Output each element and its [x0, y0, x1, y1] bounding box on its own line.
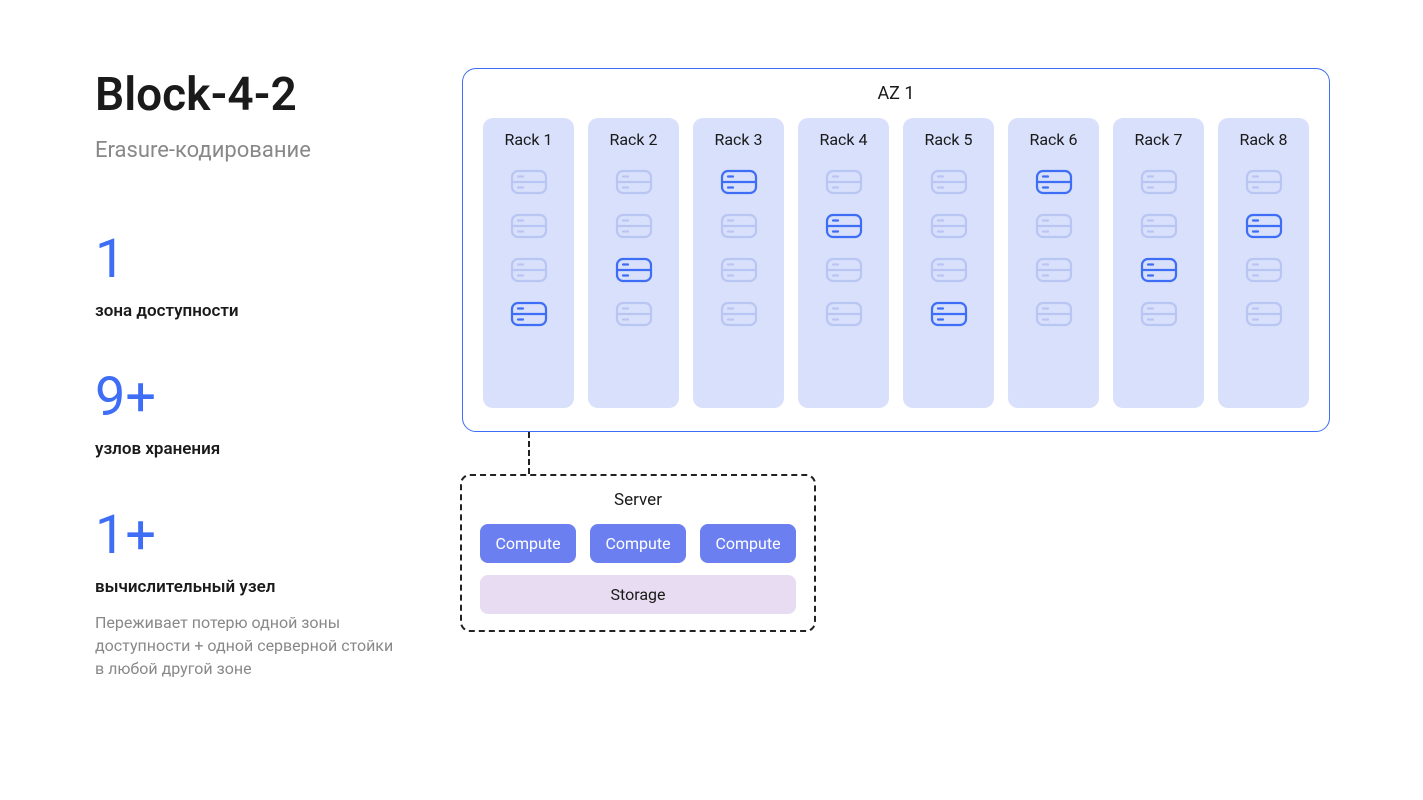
disk-icon — [510, 213, 548, 239]
disk-icon — [825, 169, 863, 195]
stat-label: зона доступности — [95, 301, 435, 321]
compute-block: Compute — [590, 524, 686, 563]
stat-block: 9+ узлов хранения — [95, 371, 435, 459]
rack: Rack 6 — [1008, 118, 1099, 408]
disk-icon — [930, 301, 968, 327]
rack-label: Rack 2 — [609, 130, 657, 149]
rack: Rack 5 — [903, 118, 994, 408]
disk-icon — [825, 257, 863, 283]
stat-label: узлов хранения — [95, 439, 435, 459]
server-title: Server — [480, 490, 796, 510]
disk-icon — [510, 301, 548, 327]
stat-label: вычислительный узел — [95, 577, 435, 597]
disk-icon — [615, 301, 653, 327]
disk-icon — [510, 169, 548, 195]
az-title: AZ 1 — [483, 83, 1309, 104]
disk-icon — [1035, 169, 1073, 195]
disk-icon — [720, 213, 758, 239]
racks-row: Rack 1 Rack 2 Rack 3 Rack 4 Rack 5 Rack 6 Rack… — [483, 118, 1309, 408]
rack-label: Rack 4 — [819, 130, 867, 149]
disk-icon — [1140, 257, 1178, 283]
disk-icon — [510, 257, 548, 283]
compute-block: Compute — [700, 524, 796, 563]
disk-icon — [1035, 213, 1073, 239]
rack-label: Rack 8 — [1239, 130, 1287, 149]
rack-label: Rack 5 — [924, 130, 972, 149]
rack-label: Rack 3 — [714, 130, 762, 149]
stat-block: 1 зона доступности — [95, 233, 435, 321]
stat-description: Переживает потерю одной зоны доступности… — [95, 611, 405, 681]
stat-number: 1+ — [95, 509, 435, 563]
storage-block: Storage — [480, 575, 796, 614]
disk-icon — [1140, 213, 1178, 239]
rack: Rack 1 — [483, 118, 574, 408]
rack: Rack 2 — [588, 118, 679, 408]
disk-icon — [1140, 169, 1178, 195]
disk-icon — [930, 213, 968, 239]
compute-row: Compute Compute Compute — [480, 524, 796, 563]
server-detail: Server Compute Compute Compute Storage — [460, 474, 816, 632]
server-connector-line — [528, 432, 530, 474]
disk-icon — [930, 169, 968, 195]
disk-icon — [825, 213, 863, 239]
availability-zone: AZ 1 Rack 1Rack 2Rack 3Rack 4Rack 5Rack … — [462, 68, 1330, 432]
stat-number: 9+ — [95, 371, 435, 425]
disk-icon — [615, 257, 653, 283]
rack-label: Rack 1 — [504, 130, 552, 149]
diagram-subtitle: Erasure-кодирование — [95, 138, 435, 163]
disk-icon — [720, 169, 758, 195]
disk-icon — [720, 301, 758, 327]
compute-block: Compute — [480, 524, 576, 563]
disk-icon — [1035, 257, 1073, 283]
diagram-title: Block-4-2 — [95, 68, 435, 122]
disk-icon — [930, 257, 968, 283]
disk-icon — [1245, 257, 1283, 283]
disk-icon — [1140, 301, 1178, 327]
rack-label: Rack 7 — [1134, 130, 1182, 149]
disk-icon — [720, 257, 758, 283]
disk-icon — [615, 213, 653, 239]
rack: Rack 8 — [1218, 118, 1309, 408]
disk-icon — [825, 301, 863, 327]
stat-number: 1 — [95, 233, 435, 287]
disk-icon — [1245, 213, 1283, 239]
disk-icon — [1245, 301, 1283, 327]
disk-icon — [1245, 169, 1283, 195]
rack: Rack 4 — [798, 118, 889, 408]
rack: Rack 7 — [1113, 118, 1204, 408]
stat-block: 1+ вычислительный узел Переживает потерю о… — [95, 509, 435, 681]
rack: Rack 3 — [693, 118, 784, 408]
disk-icon — [615, 169, 653, 195]
rack-label: Rack 6 — [1029, 130, 1077, 149]
disk-icon — [1035, 301, 1073, 327]
info-panel: Block-4-2 Erasure-кодирование 1 зона дост… — [95, 68, 435, 731]
